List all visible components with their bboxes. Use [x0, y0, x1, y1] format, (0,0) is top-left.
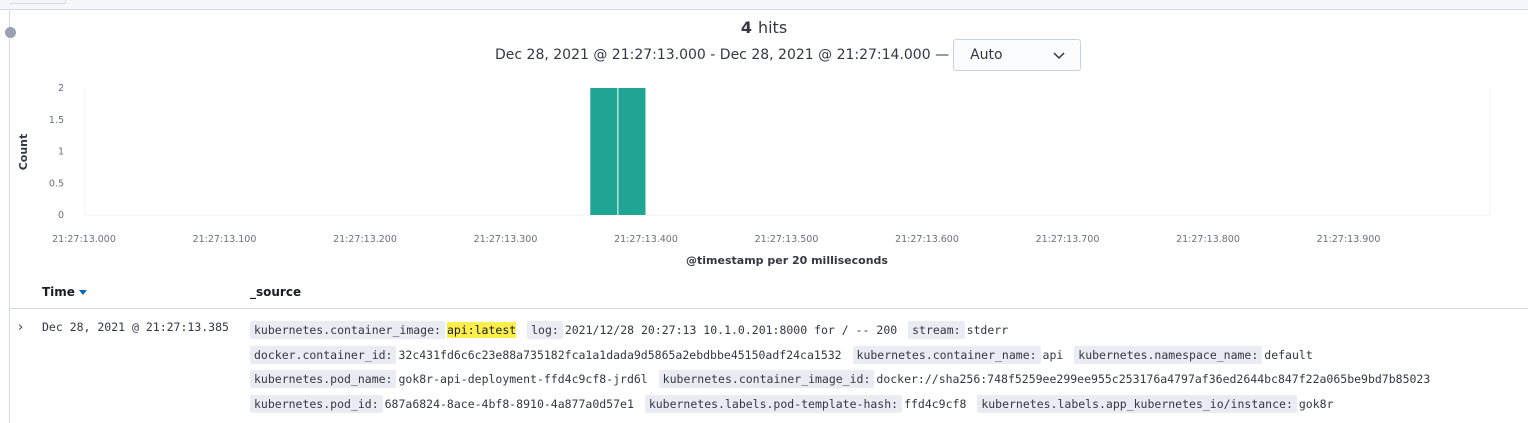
source-field: kubernetes.namespace_name: default	[1074, 345, 1314, 364]
source-field-value: docker://sha256:748f5259ee299ee955c25317…	[876, 372, 1431, 386]
x-tick-label: 21:27:13.900	[1317, 234, 1381, 245]
histogram-bar	[590, 88, 618, 215]
source-field-key: kubernetes.labels.app_kubernetes_io/inst…	[977, 394, 1297, 413]
x-tick-label: 21:27:13.200	[333, 234, 397, 245]
source-field-value: 2021/12/28 20:27:13 10.1.0.201:8000 for …	[564, 323, 898, 337]
source-field-value: api:latest	[445, 322, 518, 338]
time-range-text: Dec 28, 2021 @ 21:27:13.000 - Dec 28, 20…	[495, 47, 950, 63]
search-highlight: api:latest	[446, 322, 517, 338]
source-field: log: 2021/12/28 20:27:13 10.1.0.201:8000 …	[527, 321, 899, 339]
tab-edge	[10, 0, 66, 4]
chevron-down-icon	[1053, 52, 1065, 60]
row-source: kubernetes.container_image: api:latest lo…	[250, 318, 1528, 416]
row-time: Dec 28, 2021 @ 21:27:13.385	[42, 320, 229, 334]
x-tick-label: 21:27:13.500	[755, 234, 819, 245]
x-axis-title: @timestamp per 20 milliseconds	[686, 254, 888, 267]
source-field-key: kubernetes.container_image:	[250, 321, 445, 339]
source-field-value: 32c431fd6c6c23e88a735182fca1a1dada9d5865…	[398, 347, 842, 362]
x-tick-label: 21:27:13.300	[474, 234, 538, 245]
histogram-chart: 0 0.5 1 1.5 2 21:27:13.000 21:27:13.100 21:27:1…	[0, 76, 1528, 272]
source-field-key: kubernetes.pod_name:	[250, 370, 397, 388]
y-tick-label: 1	[58, 147, 64, 158]
source-field-value: gok8r-api-deployment-ffd4c9cf8-jrd6l	[398, 372, 648, 386]
y-tick-label: 2	[58, 83, 64, 94]
interval-selected-value: Auto	[970, 47, 1003, 63]
source-field: stream: stderr	[908, 321, 1010, 339]
histogram-svg: 0 0.5 1 1.5 2 21:27:13.000 21:27:13.100 21:27:1…	[17, 83, 1491, 267]
x-tick-label: 21:27:13.000	[52, 234, 116, 245]
column-header-source: _source	[250, 285, 302, 299]
source-field: kubernetes.container_image_id: docker://s…	[658, 370, 1433, 388]
hits-count: 4	[740, 18, 752, 37]
source-field-value: ffd4c9cf8	[904, 396, 967, 411]
source-field-key: kubernetes.container_image_id:	[658, 370, 875, 388]
hits-label: hits	[757, 18, 788, 37]
y-tick-label: 1.5	[49, 115, 64, 126]
interval-select[interactable]: Auto	[953, 39, 1082, 71]
source-field: kubernetes.container_name: api	[852, 345, 1066, 364]
sort-down-icon[interactable]	[78, 289, 87, 295]
source-field: kubernetes.pod_id: 687a6824-8ace-4bf8-891…	[250, 394, 636, 413]
column-time-label: Time	[42, 285, 75, 299]
source-field-key: kubernetes.pod_id:	[250, 394, 383, 413]
table-row: › Dec 28, 2021 @ 21:27:13.385 kubernetes…	[10, 316, 1528, 423]
x-tick-label: 21:27:13.100	[193, 234, 257, 245]
hits-counter: 4 hits	[0, 18, 1528, 37]
time-range-row: Dec 28, 2021 @ 21:27:13.000 - Dec 28, 20…	[495, 39, 1082, 71]
table-header: Time _source	[10, 280, 1528, 309]
source-field-key: kubernetes.container_name:	[852, 345, 1041, 364]
x-tick-label: 21:27:13.600	[895, 234, 959, 245]
x-tick-label: 21:27:13.400	[614, 234, 678, 245]
x-tick-label: 21:27:13.700	[1036, 234, 1100, 245]
y-tick-label: 0.5	[49, 178, 64, 189]
x-tick-label: 21:27:13.800	[1176, 234, 1240, 245]
source-field-value: default	[1264, 347, 1313, 362]
source-field: kubernetes.pod_name: gok8r-api-deployment…	[250, 370, 650, 388]
source-field: docker.container_id: 32c431fd6c6c23e88a73…	[250, 345, 844, 364]
column-header-time[interactable]: Time	[42, 285, 87, 299]
source-field-key: docker.container_id:	[250, 345, 397, 364]
y-axis-title: Count	[17, 134, 30, 171]
histogram-bar	[618, 88, 646, 215]
top-strip	[0, 0, 1528, 10]
y-tick-label: 0	[58, 210, 64, 221]
source-field-key: kubernetes.labels.pod-template-hash:	[644, 394, 903, 413]
source-field-value: 687a6824-8ace-4bf8-8910-4a877a0d57e1	[384, 396, 634, 411]
source-field: kubernetes.labels.pod-template-hash: ffd4…	[644, 394, 969, 413]
source-field: kubernetes.labels.app_kubernetes_io/inst…	[977, 394, 1335, 413]
expand-row-icon[interactable]: ›	[18, 320, 23, 335]
source-field-value: api	[1042, 347, 1064, 362]
source-field-value: gok8r	[1298, 396, 1334, 411]
source-field-key: log:	[527, 321, 563, 339]
source-field-key: stream:	[908, 321, 965, 339]
source-field-key: kubernetes.namespace_name:	[1074, 345, 1263, 364]
source-field-value: stderr	[966, 323, 1009, 337]
source-field: kubernetes.container_image: api:latest	[250, 321, 518, 339]
